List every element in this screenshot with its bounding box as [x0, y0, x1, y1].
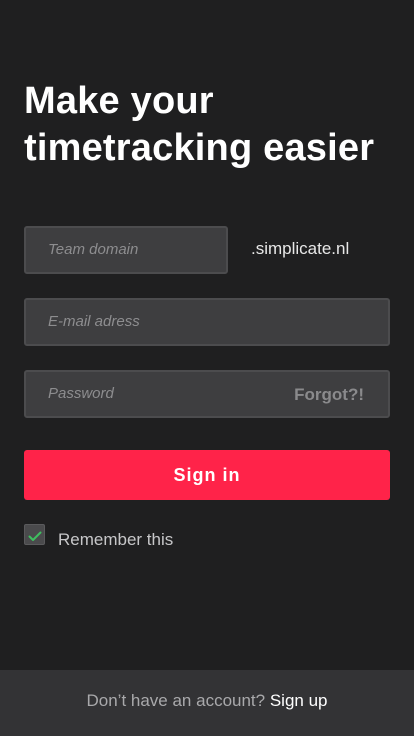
- sign-in-button[interactable]: Sign in: [24, 450, 390, 500]
- sign-up-link[interactable]: Sign up: [270, 691, 328, 710]
- password-input[interactable]: Password Forgot?!: [24, 370, 390, 418]
- login-screen: Make your timetracking easier Team domai…: [0, 0, 414, 736]
- checkmark-icon: [28, 531, 42, 541]
- email-placeholder: E-mail adress: [48, 313, 140, 330]
- password-placeholder: Password: [48, 385, 114, 402]
- signup-footer: Don’t have an account? Sign up: [0, 670, 414, 736]
- team-domain-placeholder: Team domain: [48, 241, 139, 258]
- email-input[interactable]: E-mail adress: [24, 298, 390, 346]
- signup-question: Don’t have an account?: [86, 691, 266, 710]
- forgot-password-link[interactable]: Forgot?!: [294, 385, 364, 405]
- page-title: Make your timetracking easier: [24, 80, 375, 169]
- remember-label: Remember this: [58, 530, 174, 549]
- domain-suffix: .simplicate.nl: [251, 239, 350, 258]
- remember-me-toggle[interactable]: Remember this: [24, 524, 224, 554]
- team-domain-input[interactable]: Team domain: [24, 226, 228, 274]
- remember-checkbox[interactable]: [24, 524, 45, 545]
